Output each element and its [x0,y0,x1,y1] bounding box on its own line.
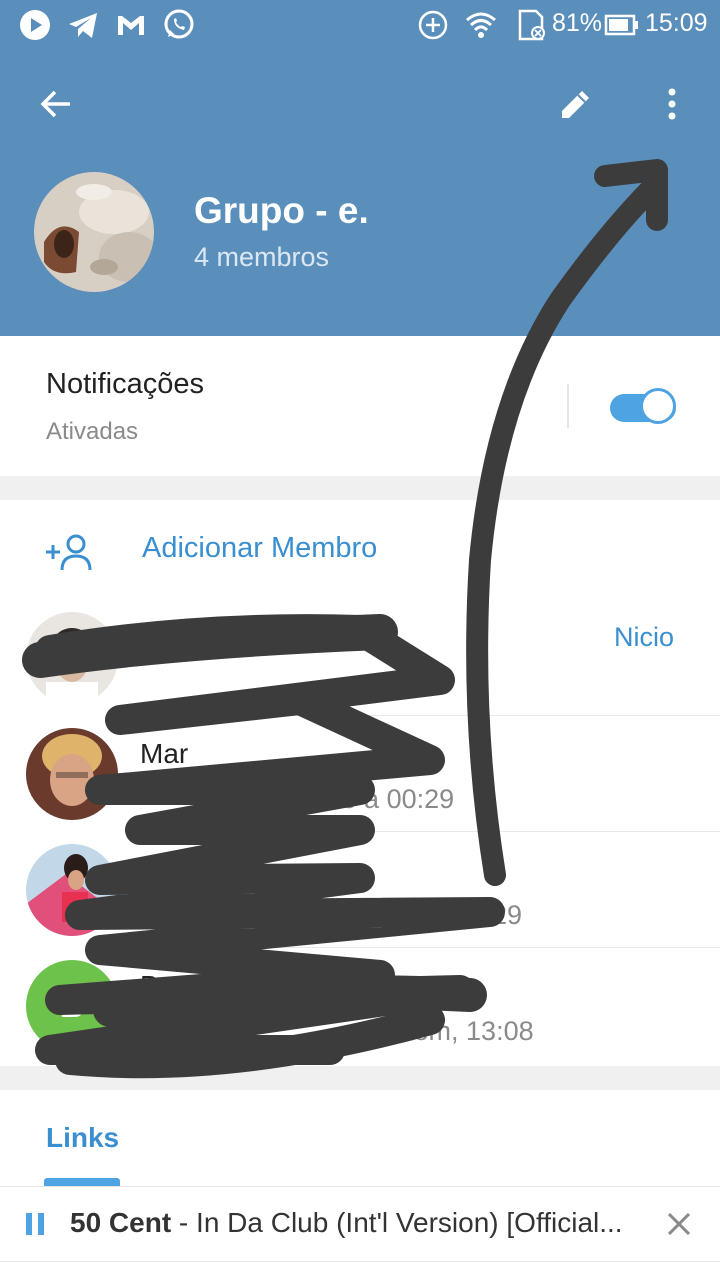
member-last-seen: por último à 00:29 [238,784,455,814]
clock: 15:09 [645,9,708,37]
group-photo [34,172,154,292]
edit-button[interactable] [548,76,604,132]
member-row[interactable]: Mar por último à 00:29 [0,716,720,832]
pencil-icon [562,91,589,118]
battery-percent: 81% [552,9,603,37]
add-member-row[interactable]: Adicionar Membro [0,500,720,600]
member-last-seen: 29 [492,900,523,930]
divider [567,384,569,428]
more-vert-icon [668,88,676,120]
media-tabs: Links [0,1090,720,1186]
section-gap [0,476,720,500]
section-gap [0,1066,720,1090]
track-artist: 50 Cent [70,1207,172,1238]
member-last-seen: ontem, 13:08 [376,1016,534,1046]
member-name: e [362,622,378,653]
track-title: - In Da Club (Int'l Version) [Official..… [171,1207,623,1238]
more-options-button[interactable] [644,76,700,132]
avatar: B [26,960,118,1052]
sim-card-icon [518,9,545,41]
notifications-status: Ativadas [46,418,139,445]
profile-header: 81% 15:09 Grupo - e. 4 membros [0,0,720,336]
data-saver-icon [418,10,448,40]
avatar [26,844,118,936]
back-button[interactable] [28,76,84,132]
play-icon [20,10,50,40]
telegram-icon [69,13,97,38]
member-count: 4 membros [194,242,330,272]
add-member-label: Adicionar Membro [142,532,378,564]
add-person-icon [46,534,92,571]
wifi-icon [466,12,496,38]
member-row[interactable]: e Nicio [0,600,720,716]
toggle-knob [640,388,676,424]
notifications-toggle[interactable] [610,388,678,424]
group-title: Grupo - e. [194,190,369,231]
music-player-bar[interactable]: 50 Cent - In Da Club (Int'l Version) [Of… [0,1186,720,1262]
member-row[interactable]: 29 [0,832,720,948]
pause-icon[interactable] [24,1211,48,1237]
tab-indicator [44,1178,120,1186]
member-name: Brena [140,970,215,1001]
back-arrow-icon [40,90,70,118]
member-role: Nicio [613,622,674,652]
group-avatar[interactable] [34,172,154,292]
notifications-title: Notificações [46,368,204,400]
battery-icon [604,14,638,36]
whatsapp-icon [164,9,194,39]
avatar [26,612,118,704]
status-bar: 81% 15:09 [0,0,720,50]
tab-links[interactable]: Links [46,1122,119,1154]
now-playing-text: 50 Cent - In Da Club (Int'l Version) [Of… [70,1207,650,1239]
avatar [26,728,118,820]
member-row[interactable]: B Brena ontem, 13:08 [0,948,720,1064]
members-section: Adicionar Membro e Nicio Mar por último … [0,500,720,1066]
close-icon[interactable] [666,1211,692,1237]
member-name: Mar [140,738,189,769]
gmail-icon [118,16,144,35]
notifications-row[interactable]: Notificações Ativadas [0,338,720,476]
